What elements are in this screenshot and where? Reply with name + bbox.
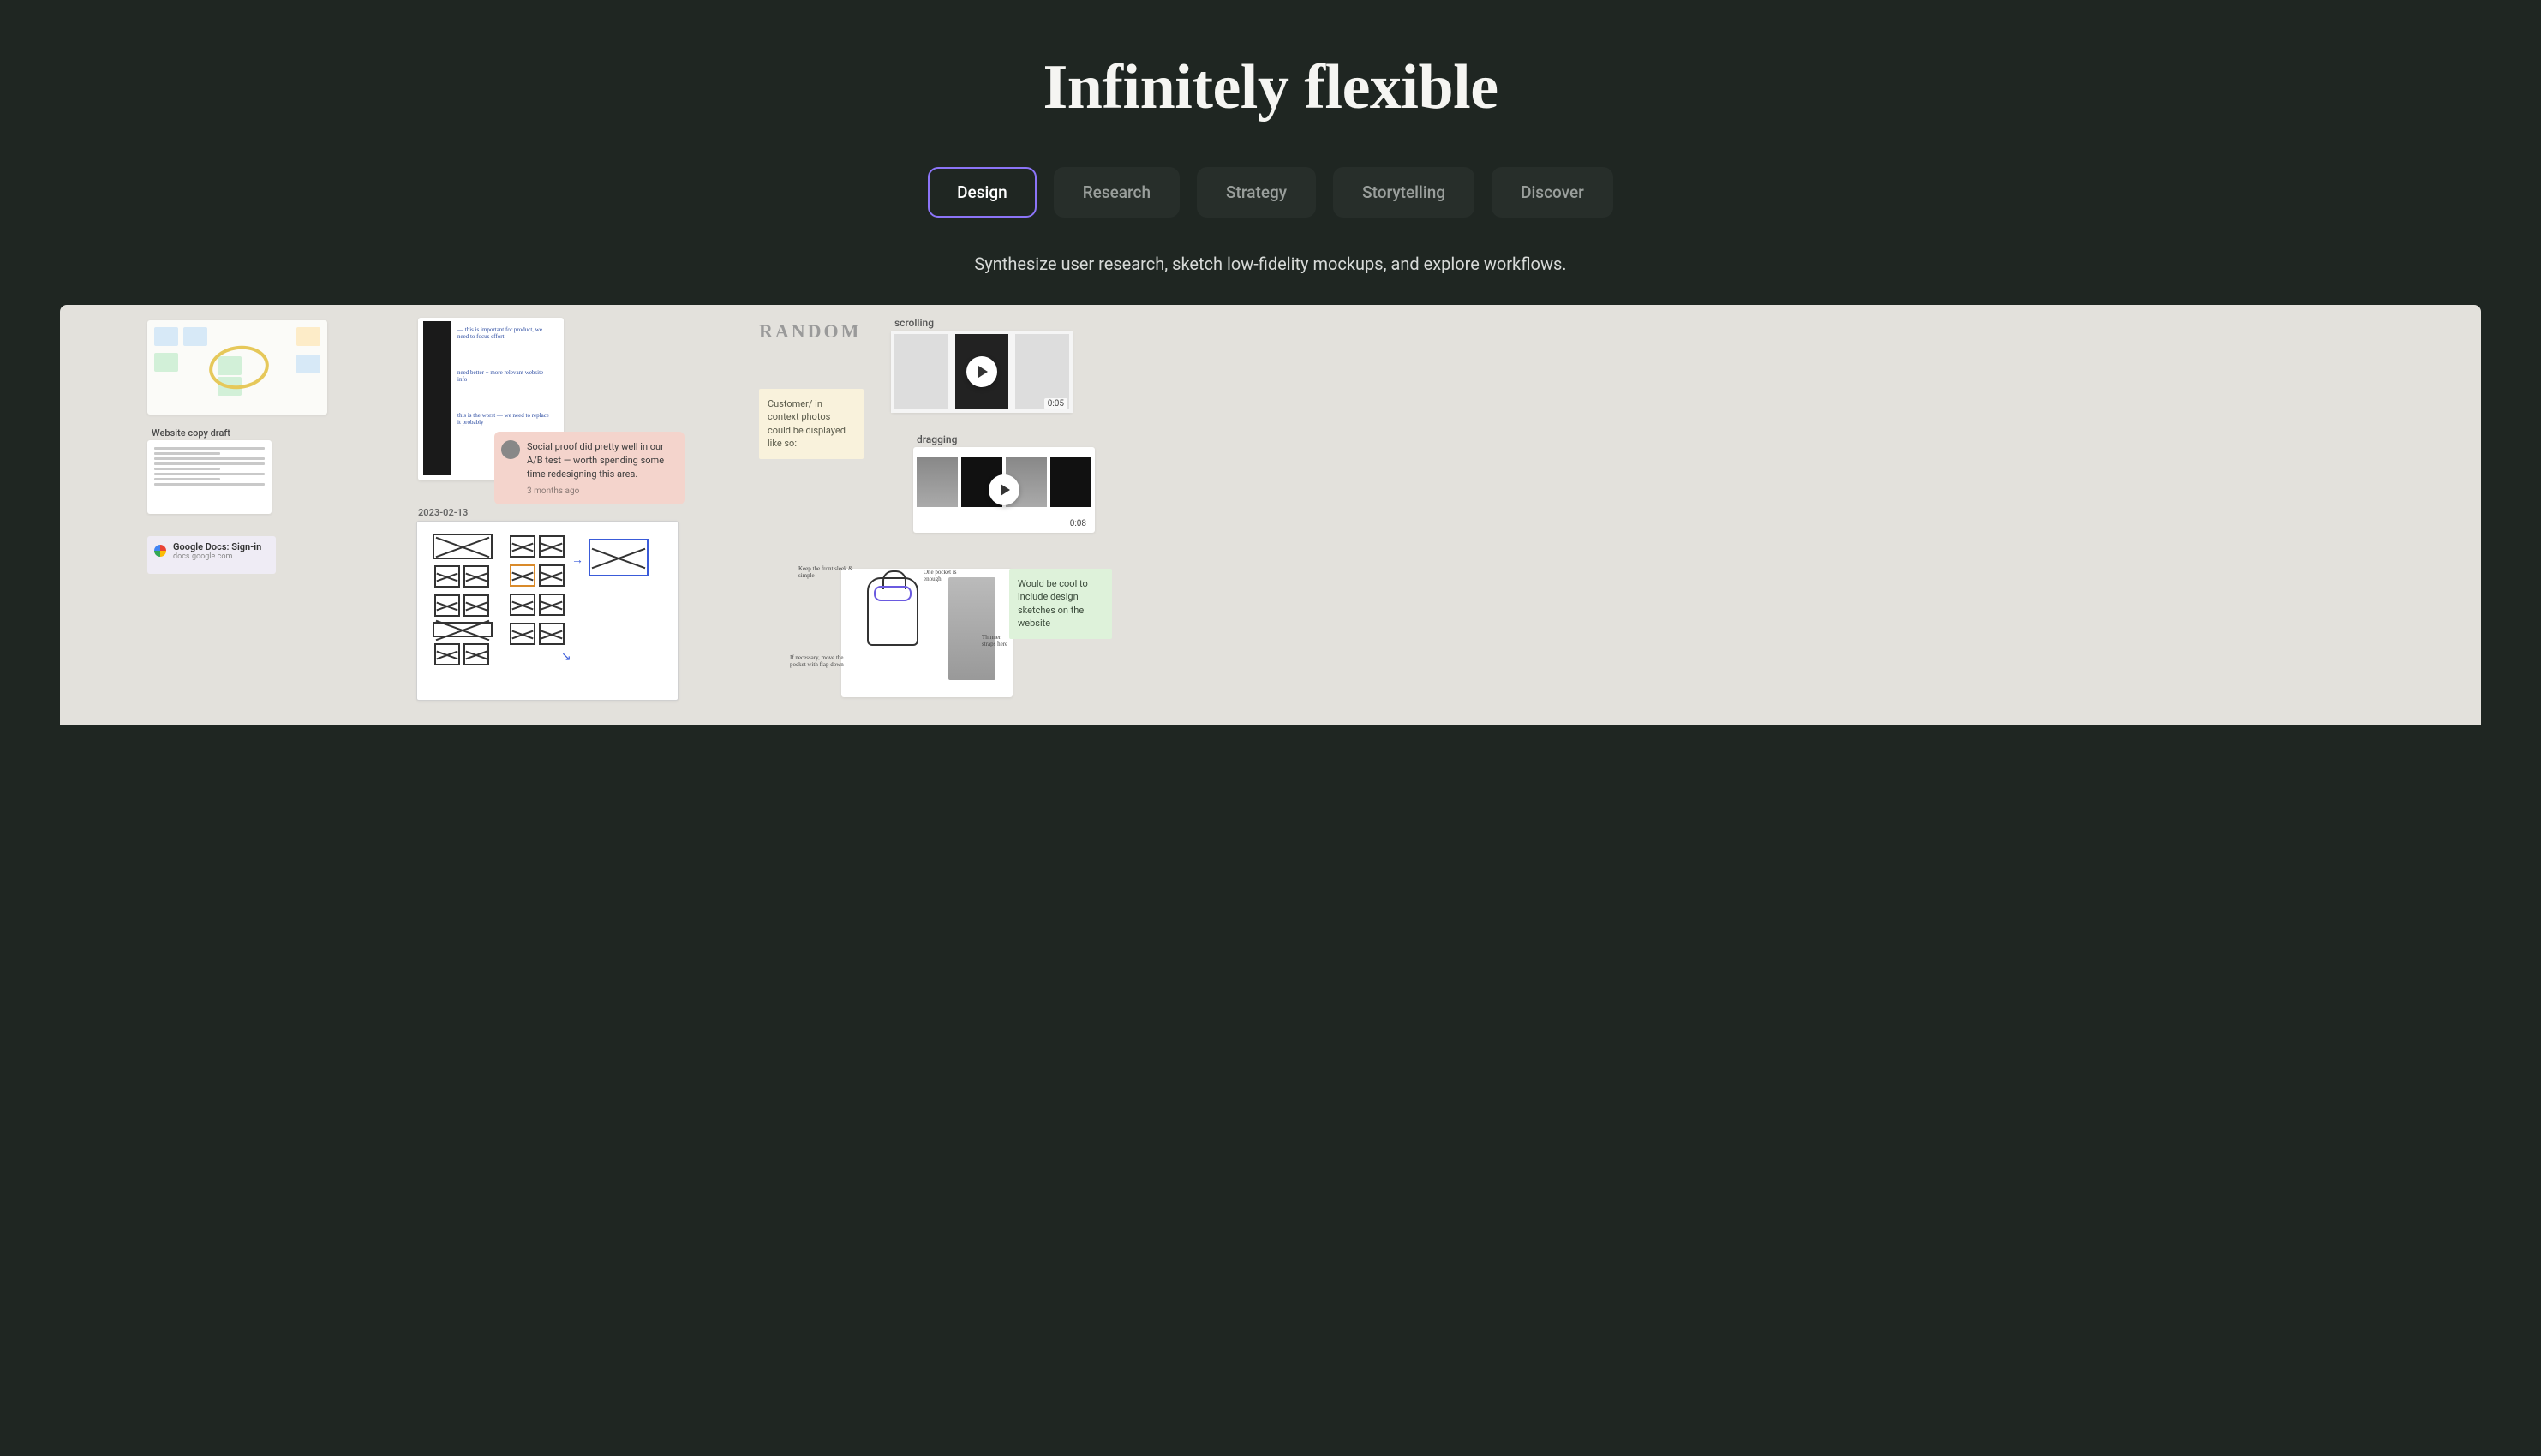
sticky-note — [296, 327, 320, 346]
arrow-icon: ↘ — [561, 650, 571, 664]
hand-note: One pocket is enough — [924, 569, 965, 582]
hand-note: need better + more relevant website info — [457, 369, 552, 383]
tab-discover[interactable]: Discover — [1492, 167, 1613, 218]
google-icon — [154, 545, 166, 557]
tab-strategy[interactable]: Strategy — [1197, 167, 1316, 218]
highlight-circle — [206, 342, 272, 392]
play-icon[interactable] — [989, 474, 1019, 505]
design-canvas[interactable]: Website copy draft Google Docs: Sign-in … — [60, 305, 2481, 725]
page-headline: Infinitely flexible — [0, 51, 2541, 124]
hand-note: Keep the front sleek & simple — [798, 565, 858, 579]
play-icon[interactable] — [966, 356, 997, 387]
filmstrip — [423, 321, 451, 475]
video-duration: 0:05 — [1044, 398, 1067, 409]
dragging-label: dragging — [917, 433, 957, 445]
avatar — [501, 440, 520, 459]
scrolling-label: scrolling — [894, 317, 934, 329]
sticky-note — [154, 353, 178, 372]
hand-note: — this is important for product, we need… — [457, 326, 552, 340]
affinity-map-card[interactable] — [147, 320, 327, 415]
comment-text: Social proof did pretty well in our A/B … — [527, 440, 676, 481]
sticky-note — [183, 327, 207, 346]
video-card-scrolling[interactable]: 0:05 — [891, 331, 1073, 413]
copy-draft-card[interactable] — [147, 440, 272, 514]
sticky-note — [296, 355, 320, 373]
comment-card[interactable]: Social proof did pretty well in our A/B … — [494, 432, 685, 504]
video-duration: 0:08 — [1067, 518, 1090, 529]
copy-draft-label: Website copy draft — [152, 427, 230, 439]
product-photo — [948, 577, 995, 680]
hand-note: this is the worst — we need to replace i… — [457, 412, 552, 426]
sticky-note — [154, 327, 178, 346]
arrow-icon: → — [571, 552, 583, 567]
green-sticky-note[interactable]: Would be cool to include design sketches… — [1009, 569, 1112, 639]
comment-timestamp: 3 months ago — [527, 486, 676, 496]
hand-note: If necessary, move the pocket with flap … — [790, 654, 858, 668]
tabs-row: Design Research Strategy Storytelling Di… — [0, 167, 2541, 218]
tab-design[interactable]: Design — [928, 167, 1037, 218]
video-thumb — [1050, 457, 1091, 507]
tab-subtitle: Synthesize user research, sketch low-fid… — [0, 254, 2541, 274]
gdocs-title: Google Docs: Sign-in — [173, 541, 269, 552]
tab-storytelling[interactable]: Storytelling — [1333, 167, 1474, 218]
backpack-sketch — [867, 577, 918, 646]
product-sketch-card[interactable]: Keep the front sleek & simple One pocket… — [841, 569, 1013, 697]
wireframe-card[interactable]: → ↘ — [416, 521, 679, 701]
video-card-dragging[interactable]: 0:08 — [913, 447, 1095, 533]
google-docs-link-card[interactable]: Google Docs: Sign-in docs.google.com — [147, 536, 276, 574]
video-thumb — [894, 334, 948, 409]
tab-research[interactable]: Research — [1054, 167, 1180, 218]
customer-note[interactable]: Customer/ in context photos could be dis… — [759, 389, 864, 459]
random-heading: RANDOM — [759, 320, 861, 343]
wireframe-date: 2023-02-13 — [418, 507, 468, 518]
video-thumb — [917, 457, 958, 507]
gdocs-url: docs.google.com — [173, 552, 269, 561]
